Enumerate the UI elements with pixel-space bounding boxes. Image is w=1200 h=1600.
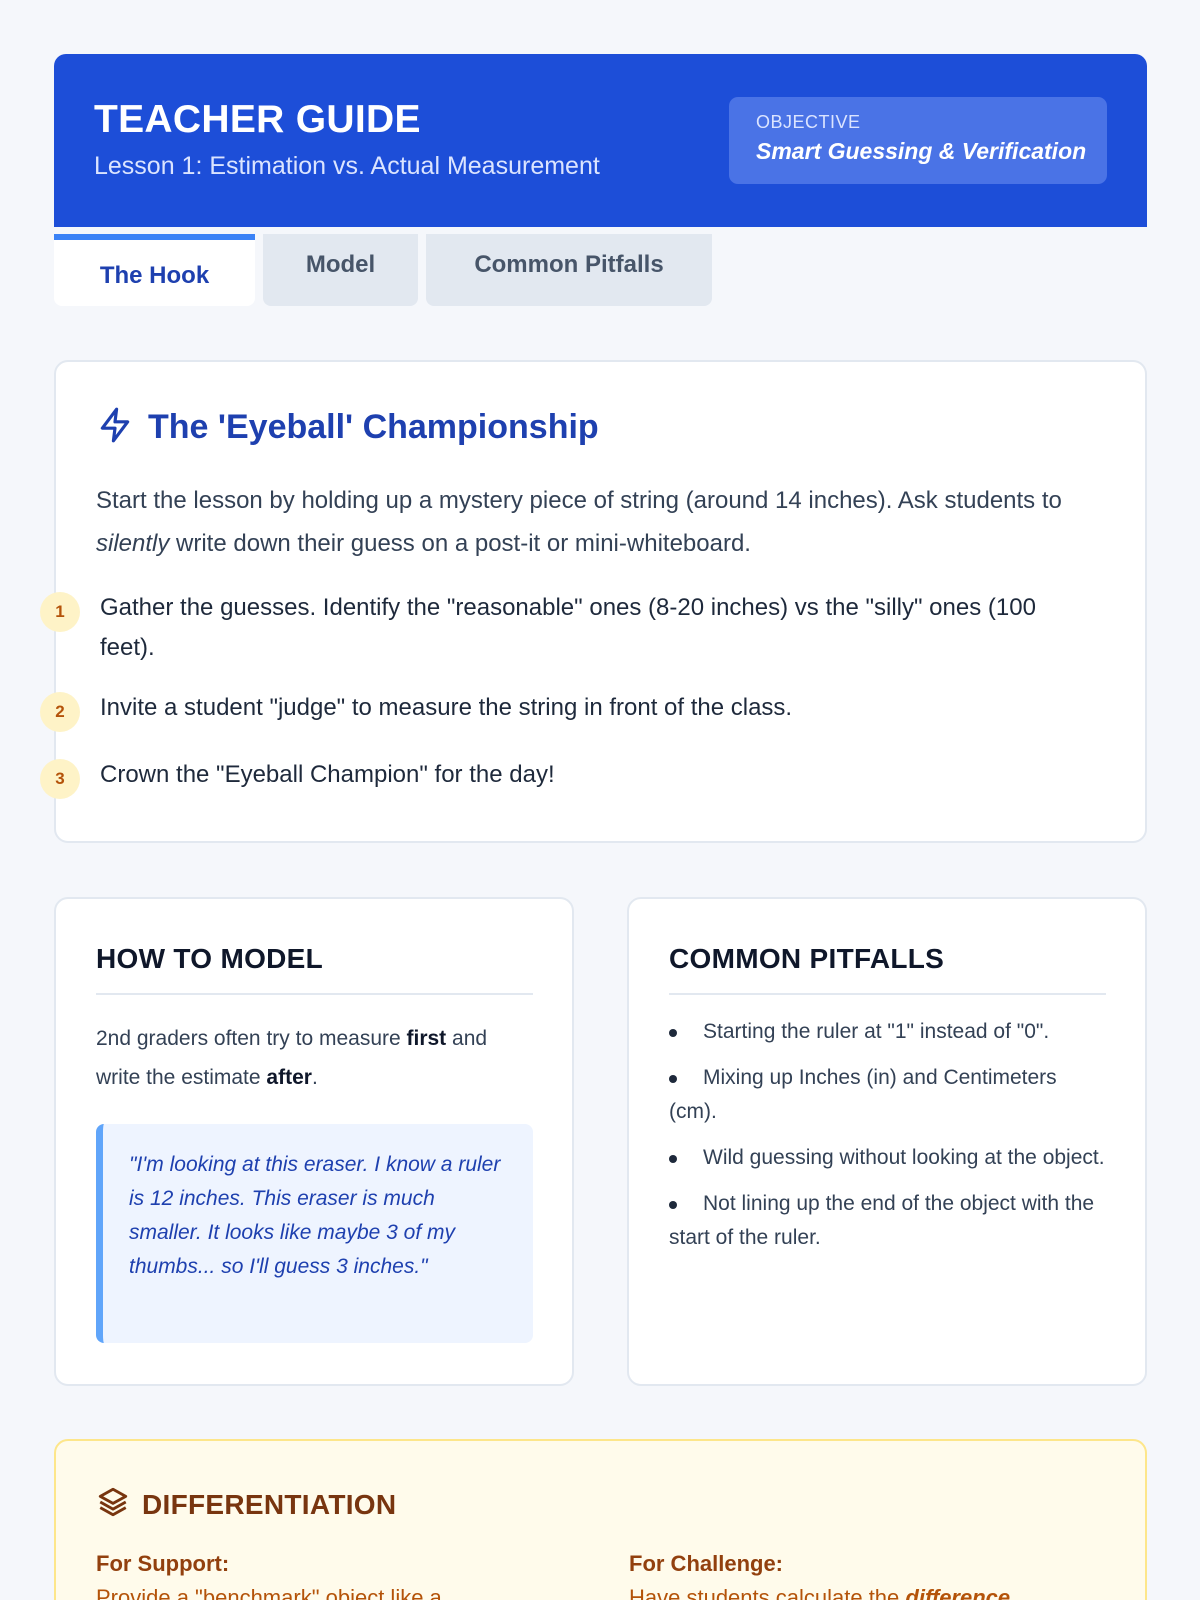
guide-header: TEACHER GUIDE Lesson 1: Estimation vs. A… — [54, 54, 1147, 227]
hook-step: 2 Invite a student "judge" to measure th… — [40, 688, 1050, 732]
hook-intro-emphasis: silently — [96, 530, 170, 557]
step-text: Crown the "Eyeball Champion" for the day… — [100, 761, 555, 788]
objective-box: OBJECTIVE Smart Guessing & Verification — [729, 97, 1107, 184]
step-text: Gather the guesses. Identify the "reason… — [100, 594, 1036, 661]
common-pitfalls-card: COMMON PITFALLS Starting the ruler at "1… — [627, 897, 1147, 1386]
objective-label: OBJECTIVE — [756, 112, 861, 132]
differentiation-card: DIFFERENTIATION For Support: Provide a "… — [54, 1439, 1147, 1600]
step-number-badge: 2 — [40, 692, 80, 732]
model-quote: "I'm looking at this eraser. I know a ru… — [96, 1124, 533, 1343]
lightning-icon — [96, 406, 134, 449]
lesson-subtitle: Lesson 1: Estimation vs. Actual Measurem… — [94, 152, 600, 180]
model-text-part: . — [311, 1066, 318, 1089]
model-text-bold: first — [406, 1027, 447, 1050]
support-label: For Support: — [96, 1551, 230, 1576]
challenge-text-emphasis: difference — [905, 1585, 1011, 1600]
challenge-label: For Challenge: — [629, 1551, 784, 1576]
page-title: TEACHER GUIDE — [94, 98, 421, 141]
pitfalls-list: Starting the ruler at "1" instead of "0"… — [669, 1015, 1109, 1267]
step-text: Invite a student "judge" to measure the … — [100, 694, 793, 721]
hook-intro: Start the lesson by holding up a mystery… — [96, 479, 1106, 565]
model-text-bold: after — [266, 1066, 312, 1089]
step-number-badge: 1 — [40, 592, 80, 632]
model-text-part: 2nd graders often try to measure — [96, 1027, 407, 1050]
how-to-model-card: HOW TO MODEL 2nd graders often try to me… — [54, 897, 574, 1386]
hook-intro-text-end: write down their guess on a post-it or m… — [169, 530, 751, 557]
step-number-badge: 3 — [40, 759, 80, 799]
hook-intro-text: Start the lesson by holding up a mystery… — [96, 487, 1062, 514]
list-item: Not lining up the end of the object with… — [669, 1187, 1109, 1255]
tab-common-pitfalls[interactable]: Common Pitfalls — [426, 234, 712, 306]
challenge-column: For Challenge: Have students calculate t… — [629, 1551, 1069, 1600]
tab-model[interactable]: Model — [263, 234, 418, 306]
list-item: Mixing up Inches (in) and Centimeters (c… — [669, 1061, 1109, 1129]
pitfalls-title: COMMON PITFALLS — [669, 943, 945, 974]
differentiation-title-row: DIFFERENTIATION — [96, 1485, 396, 1524]
divider — [669, 993, 1106, 995]
challenge-text: Have students calculate the difference — [629, 1581, 1069, 1600]
objective-value: Smart Guessing & Verification — [756, 138, 1087, 164]
challenge-text-part: Have students calculate the — [629, 1585, 906, 1600]
model-title: HOW TO MODEL — [96, 943, 324, 974]
support-column: For Support: Provide a "benchmark" objec… — [96, 1551, 536, 1600]
layers-icon — [96, 1485, 130, 1524]
divider — [96, 993, 533, 995]
hook-title-row: The 'Eyeball' Championship — [96, 406, 599, 449]
differentiation-title: DIFFERENTIATION — [142, 1488, 397, 1520]
hook-step: 3 Crown the "Eyeball Champion" for the d… — [40, 755, 1050, 799]
support-text: Provide a "benchmark" object like a pape… — [96, 1585, 442, 1600]
tab-the-hook[interactable]: The Hook — [54, 234, 255, 306]
list-item: Starting the ruler at "1" instead of "0"… — [669, 1015, 1109, 1049]
model-text: 2nd graders often try to measure first a… — [96, 1019, 533, 1097]
hook-title: The 'Eyeball' Championship — [148, 408, 599, 446]
list-item: Wild guessing without looking at the obj… — [669, 1141, 1109, 1175]
hook-step: 1 Gather the guesses. Identify the "reas… — [40, 588, 1050, 668]
